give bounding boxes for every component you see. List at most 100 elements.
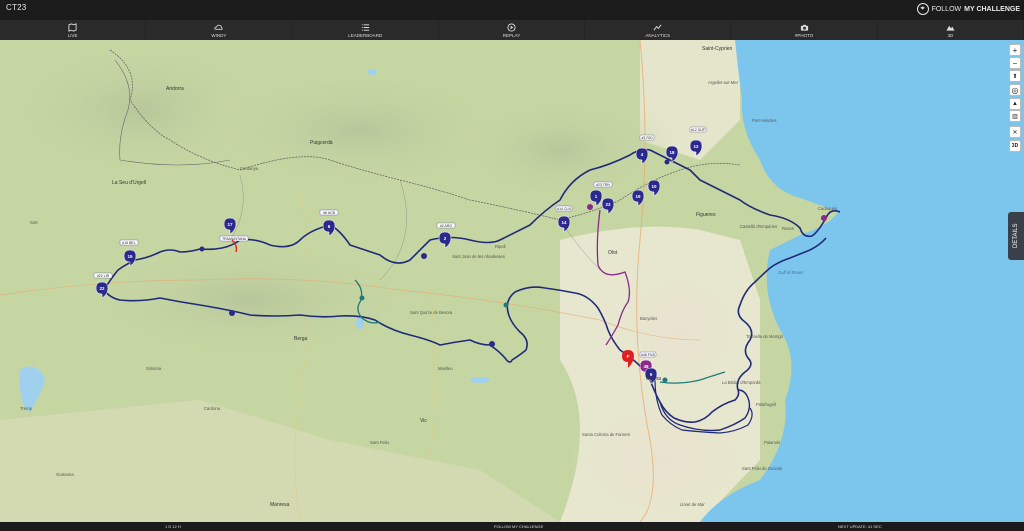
- place-label: Girona: [646, 376, 662, 382]
- route-tag: #2 ARG: [436, 222, 456, 229]
- 3d-button[interactable]: 3D: [1009, 140, 1021, 152]
- top-bar: CT23 ⌖ FOLLOW MY CHALLENGE: [0, 0, 1024, 20]
- place-label: Cardona: [204, 406, 221, 411]
- terrain-button[interactable]: ▲: [1009, 98, 1021, 110]
- svg-text:#2 ARG: #2 ARG: [440, 224, 453, 228]
- route-tag: #15 BEL: [119, 239, 139, 246]
- tab-windy[interactable]: WINDY: [146, 20, 293, 40]
- footer-brand: FOLLOW MY CHALLENGE: [494, 524, 544, 529]
- svg-text:#6 ACB: #6 ACB: [323, 211, 336, 215]
- map-view[interactable]: #3 RIO #12 SUP #23 TRN #14 CLB #2 ARG #6…: [0, 40, 1024, 522]
- place-label: Torroella de Montgrí: [746, 334, 784, 339]
- svg-text:19: 19: [635, 194, 641, 199]
- tab-analytics[interactable]: ANALYTICS: [585, 20, 732, 40]
- place-label: Sant Feliu: [370, 440, 389, 445]
- tab-leaderboard[interactable]: LEADERBOARD: [293, 20, 439, 40]
- compass-button[interactable]: ⬆: [1009, 70, 1021, 82]
- place-label: Sant Feliu de Guíxols: [742, 466, 783, 471]
- route-tag: #23 TRN: [593, 181, 613, 188]
- svg-text:TRAMUNTANA: TRAMUNTANA: [222, 237, 247, 241]
- svg-text:#15 BEL: #15 BEL: [122, 241, 135, 245]
- place-label: Argelès-sur-Mer: [708, 80, 739, 85]
- app-title: CT23: [6, 3, 27, 12]
- tools-button[interactable]: ✕: [1009, 126, 1021, 138]
- tab-label: REPLAY: [502, 32, 521, 38]
- place-label: Berga: [294, 336, 308, 342]
- place-label: Banyoles: [640, 316, 658, 321]
- place-label: Guissona: [56, 472, 74, 477]
- svg-text:#22 LIR: #22 LIR: [97, 274, 110, 278]
- svg-text:#12 SUP: #12 SUP: [691, 128, 706, 132]
- route-tag: #12 SUP: [689, 126, 707, 133]
- tab-label: #PHOTO: [794, 32, 814, 38]
- place-label: Tremp: [20, 406, 32, 411]
- place-label: Roses: [782, 226, 794, 231]
- place-label: Manresa: [270, 502, 290, 508]
- next-update: NEXT UPDATE: 41 SEC: [838, 524, 882, 529]
- place-label: Castelló d'Empúries: [740, 224, 778, 229]
- svg-text:12: 12: [693, 144, 699, 149]
- svg-text:23: 23: [605, 202, 611, 207]
- svg-text:14: 14: [561, 220, 567, 225]
- route-tag: #14 CLB: [555, 205, 573, 212]
- tab-label: LIVE: [67, 32, 78, 38]
- place-label: Palamós: [764, 440, 781, 445]
- tab-label: 3D: [947, 32, 954, 38]
- brand-logo[interactable]: ⌖ FOLLOW MY CHALLENGE: [916, 3, 1020, 15]
- route-tag: #48 FNS: [639, 351, 657, 358]
- zoom-in-button[interactable]: +: [1009, 44, 1021, 56]
- place-label: Cerdanya: [240, 166, 259, 171]
- place-label: Sant Quirze de Besora: [410, 310, 453, 315]
- elapsed-time: 1 D 12 H: [165, 524, 181, 529]
- nav-bar: LIVE WINDY LEADERBOARD REPLAY ANALYTICS …: [0, 20, 1024, 40]
- svg-text:#14 CLB: #14 CLB: [557, 207, 571, 211]
- place-label: Santa Coloma de Farners: [582, 432, 630, 437]
- route-tag: TRAMUNTANA: [219, 235, 249, 242]
- details-panel-toggle[interactable]: DETAILS: [1008, 212, 1024, 260]
- mountain-icon: [946, 25, 955, 31]
- route-tag: #22 LIR: [93, 272, 113, 279]
- elevation-button[interactable]: ▥: [1009, 110, 1021, 122]
- map-canvas[interactable]: #3 RIO #12 SUP #23 TRN #14 CLB #2 ARG #6…: [0, 40, 1024, 522]
- place-label: Solsona: [146, 366, 162, 371]
- zoom-out-button[interactable]: −: [1009, 57, 1021, 69]
- tab-live[interactable]: LIVE: [0, 20, 147, 40]
- replay-icon: [507, 22, 516, 32]
- route-tag: #6 ACB: [319, 209, 339, 216]
- place-label: Vic: [420, 418, 427, 424]
- place-label: Sant Joan de les Abadesses: [452, 254, 505, 259]
- status-bar: 1 D 12 H FOLLOW MY CHALLENGE NEXT UPDATE…: [0, 522, 1024, 531]
- place-label: La Seu d'Urgell: [112, 180, 147, 186]
- place-label: Ripoll: [495, 244, 506, 249]
- brand-part2: MY CHALLENGE: [964, 5, 1020, 13]
- svg-text:17: 17: [227, 222, 233, 227]
- tab-replay[interactable]: REPLAY: [439, 20, 586, 40]
- tab-label: WINDY: [211, 32, 227, 38]
- svg-text:22: 22: [99, 286, 105, 291]
- svg-text:F: F: [627, 354, 630, 359]
- camera-icon: [800, 24, 808, 31]
- tab-3d[interactable]: 3D: [878, 20, 1024, 40]
- place-label: Saint-Cyprien: [702, 46, 733, 52]
- route-tag: #3 RIO: [639, 134, 655, 141]
- svg-text:15: 15: [127, 254, 133, 259]
- svg-text:#48 FNS: #48 FNS: [641, 353, 655, 357]
- tab-label: ANALYTICS: [645, 32, 671, 38]
- place-label: Figueres: [696, 212, 716, 218]
- svg-text:18: 18: [669, 150, 675, 155]
- cloud-icon: [214, 24, 224, 30]
- place-label: Port-Vendres: [752, 118, 777, 123]
- analytics-icon: [653, 24, 662, 30]
- tab-photo[interactable]: #PHOTO: [731, 20, 878, 40]
- list-icon: [361, 23, 369, 31]
- location-pin-icon: ⌖: [916, 3, 929, 15]
- place-label: Manlleu: [438, 366, 453, 371]
- svg-text:#23 TRN: #23 TRN: [596, 183, 610, 187]
- place-label: Palafrugell: [756, 402, 776, 407]
- locate-button[interactable]: ◎: [1009, 84, 1021, 96]
- svg-text:10: 10: [651, 184, 657, 189]
- place-label: Sort: [30, 220, 38, 225]
- place-label: La Bisbal d'Empordà: [722, 380, 761, 385]
- place-label: Cadaqués: [818, 206, 838, 211]
- map-icon: [68, 22, 77, 32]
